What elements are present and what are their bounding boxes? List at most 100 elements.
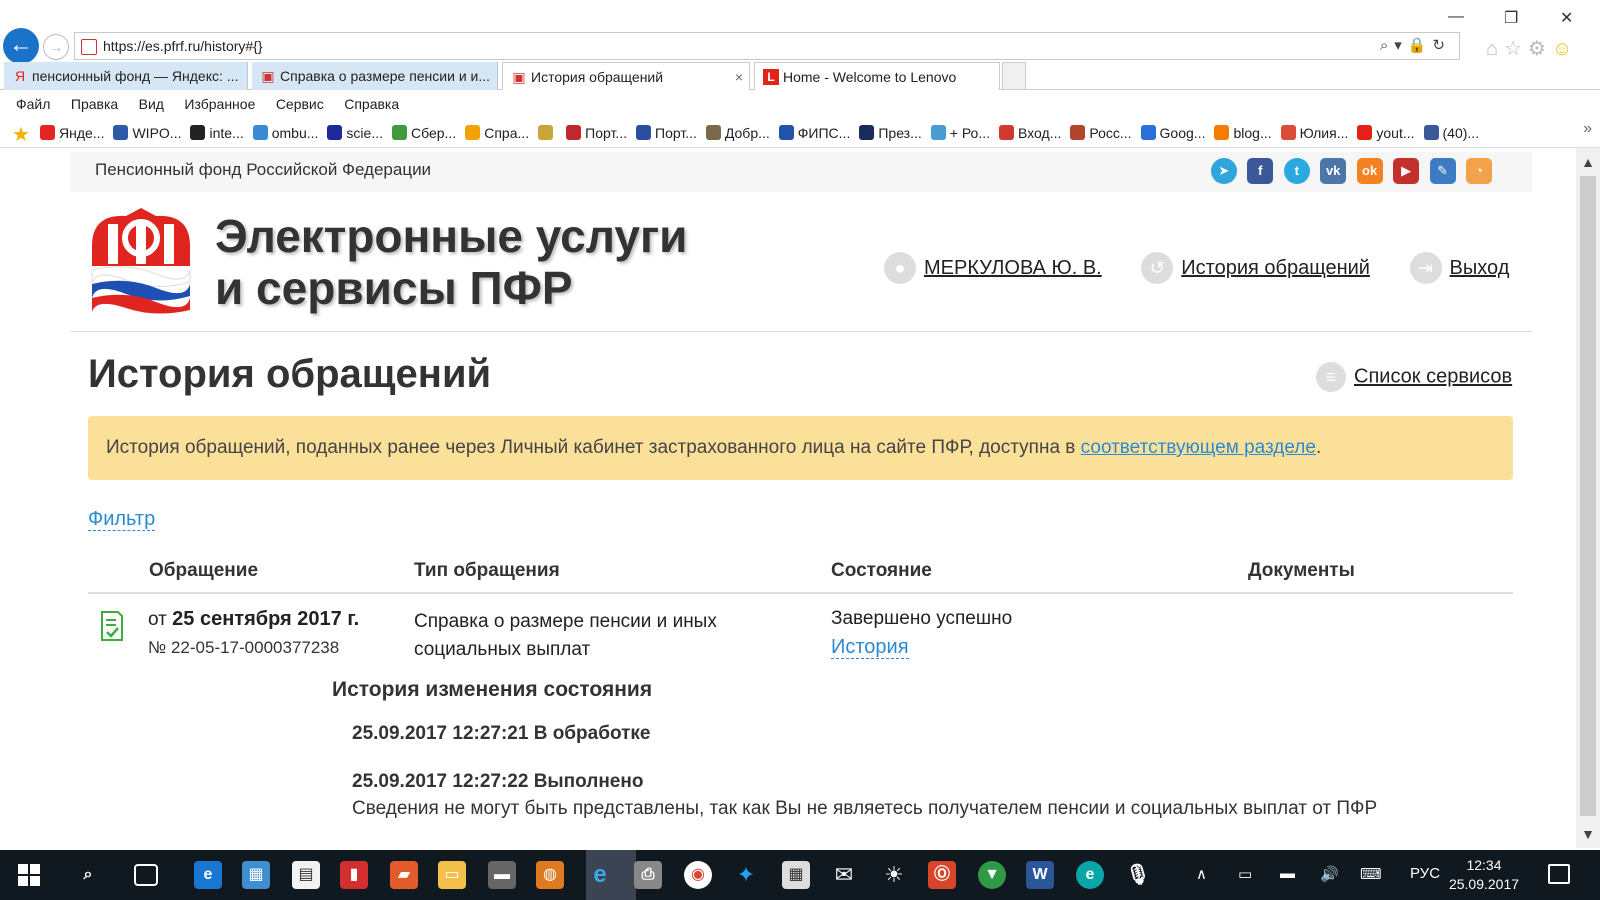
browser-toolbar-icons[interactable]: ⌂☆⚙☺ — [1486, 36, 1578, 61]
pdf-icon[interactable]: ▰ — [390, 861, 418, 889]
favorite-link[interactable]: scie... — [327, 118, 383, 147]
notice-section-link[interactable]: соответствующем разделе — [1081, 437, 1316, 458]
brightness-icon[interactable]: ☀ — [880, 861, 908, 889]
address-url[interactable]: https://es.pfrf.ru/history#{} — [103, 38, 263, 54]
tray-expand-icon[interactable]: ∧ — [1196, 865, 1207, 883]
favorite-label: + Ро... — [949, 125, 991, 141]
office-icon[interactable]: Ⓞ — [928, 861, 956, 889]
favorite-link[interactable]: blog... — [1214, 118, 1272, 147]
scanner-icon[interactable]: ▬ — [488, 861, 516, 889]
microphone-icon[interactable]: 🎙 — [1124, 861, 1152, 889]
edge-icon[interactable]: e — [194, 861, 222, 889]
tab-close-icon[interactable]: × — [735, 63, 743, 90]
logout-link[interactable]: Выход — [1450, 257, 1510, 280]
address-bar[interactable]: https://es.pfrf.ru/history#{} ⌕▾🔒↻ — [74, 32, 1460, 60]
menu-favorites[interactable]: Избранное — [184, 92, 255, 116]
vpn-icon[interactable]: ▼ — [978, 861, 1006, 889]
internet-explorer-icon[interactable]: e — [586, 861, 614, 889]
livejournal-icon[interactable]: ✎ — [1429, 158, 1456, 184]
favorites-more-icon[interactable]: » — [1583, 120, 1592, 138]
calculator-icon[interactable]: ▦ — [782, 861, 810, 889]
taskbar-clock[interactable]: 12:34 25.09.2017 — [1444, 856, 1524, 894]
menu-tools[interactable]: Сервис — [276, 92, 324, 116]
pfr-logo-icon[interactable] — [86, 206, 196, 314]
filter-link[interactable]: Фильтр — [88, 508, 156, 531]
telegram-icon[interactable]: ➤ — [1210, 158, 1237, 184]
keyboard-icon[interactable]: ⌨ — [1360, 865, 1382, 883]
favorite-label: scie... — [346, 125, 383, 141]
request-history-link[interactable]: История — [831, 636, 909, 659]
favorite-link[interactable]: WIPO... — [113, 118, 181, 147]
menu-edit[interactable]: Правка — [71, 92, 118, 116]
search-icon[interactable]: ⌕ — [74, 861, 102, 889]
top-strip: Пенсионный фонд Российской Федерации ➤ f… — [70, 152, 1532, 192]
word-icon[interactable]: W — [1026, 861, 1054, 889]
reader-icon[interactable]: ▮ — [340, 861, 368, 889]
tab-pension-certificate[interactable]: ▣ Справка о размере пенсии и и... — [252, 62, 498, 90]
favorite-link[interactable]: Вход... — [999, 118, 1061, 147]
youtube-icon[interactable]: ▶ — [1393, 158, 1420, 184]
chrome-icon[interactable]: ◉ — [684, 861, 712, 889]
facebook-icon[interactable]: f — [1247, 158, 1274, 184]
rss-icon[interactable]: ◔ — [1466, 158, 1492, 184]
scroll-up-icon[interactable]: ▲ — [1576, 154, 1600, 170]
services-list-link[interactable]: ≡ Список сервисов — [1316, 362, 1512, 392]
favorite-link[interactable]: yout... — [1357, 118, 1415, 147]
scroll-thumb[interactable] — [1580, 176, 1596, 816]
language-indicator[interactable]: РУС — [1410, 865, 1440, 882]
history-link[interactable]: История обращений — [1181, 257, 1370, 280]
favorite-link[interactable]: Юлия... — [1280, 118, 1348, 147]
favorite-link[interactable]: ombu... — [252, 118, 318, 147]
favorite-link[interactable]: Росс... — [1070, 118, 1132, 147]
network-app-icon[interactable]: ▦ — [242, 861, 270, 889]
volume-icon[interactable]: 🔊 — [1320, 865, 1339, 883]
tab-lenovo[interactable]: L Home - Welcome to Lenovo — [754, 62, 1000, 90]
menu-view[interactable]: Вид — [139, 92, 164, 116]
favorite-link[interactable]: През... — [859, 118, 922, 147]
address-tools[interactable]: ⌕▾🔒↻ — [1380, 36, 1451, 54]
menu-file[interactable]: Файл — [16, 92, 50, 116]
vk-icon[interactable]: vk — [1320, 158, 1347, 184]
mail-icon[interactable]: ✉ — [830, 861, 858, 889]
battery-icon[interactable]: ▬ — [1280, 865, 1295, 882]
add-favorite-star-icon[interactable]: ★ — [12, 122, 30, 147]
user-profile-link[interactable]: МЕРКУЛОВА Ю. В. — [924, 257, 1102, 280]
printer-icon[interactable]: ⎙ — [634, 861, 662, 889]
twitter-icon[interactable]: t — [1283, 158, 1310, 184]
tab-yandex[interactable]: Я пенсионный фонд — Яндекс: ... — [4, 62, 248, 90]
windows-start-icon[interactable] — [18, 864, 40, 886]
twitter-app-icon[interactable]: ✦ — [732, 861, 760, 889]
file-explorer-icon[interactable]: ▭ — [438, 861, 466, 889]
burner-icon[interactable]: ◍ — [536, 861, 564, 889]
new-tab-button[interactable] — [1002, 62, 1026, 90]
favorite-link[interactable]: inte... — [190, 118, 244, 147]
minimize-icon[interactable]: — — [1448, 8, 1464, 26]
edge-green-icon[interactable]: e — [1076, 861, 1104, 889]
favorite-link[interactable]: Goog... — [1140, 118, 1205, 147]
odnoklassniki-icon[interactable]: ok — [1356, 158, 1383, 184]
restore-icon[interactable]: ❐ — [1504, 8, 1518, 28]
back-arrow-icon[interactable]: ← — [3, 28, 39, 64]
favorite-link[interactable]: Янде... — [40, 118, 104, 147]
close-icon[interactable]: ✕ — [1560, 8, 1573, 28]
favorite-link[interactable]: Добр... — [705, 118, 770, 147]
scroll-down-icon[interactable]: ▼ — [1576, 826, 1600, 842]
network-icon[interactable]: ▭ — [1238, 865, 1252, 883]
task-view-icon[interactable] — [134, 864, 158, 886]
favorite-link[interactable]: Порт... — [566, 118, 627, 147]
menu-help[interactable]: Справка — [344, 92, 399, 116]
favorite-link[interactable]: Спра... — [465, 118, 529, 147]
request-status: Завершено успешно — [831, 608, 1013, 629]
forward-arrow-icon[interactable]: → — [43, 34, 69, 60]
favorite-link[interactable]: ФИПС... — [778, 118, 850, 147]
favorite-link[interactable]: Сбер... — [392, 118, 456, 147]
store-icon[interactable]: ▤ — [292, 861, 320, 889]
tab-history[interactable]: ▣ История обращений × — [502, 62, 750, 90]
page-scrollbar[interactable]: ▲ ▼ — [1576, 148, 1600, 848]
favorite-link[interactable]: (40)... — [1423, 118, 1479, 147]
favorite-link[interactable] — [538, 118, 557, 147]
favorite-link[interactable]: Порт... — [636, 118, 697, 147]
notifications-icon[interactable] — [1548, 864, 1570, 884]
favorite-link[interactable]: + Ро... — [930, 118, 991, 147]
services-list-label[interactable]: Список сервисов — [1354, 366, 1512, 388]
